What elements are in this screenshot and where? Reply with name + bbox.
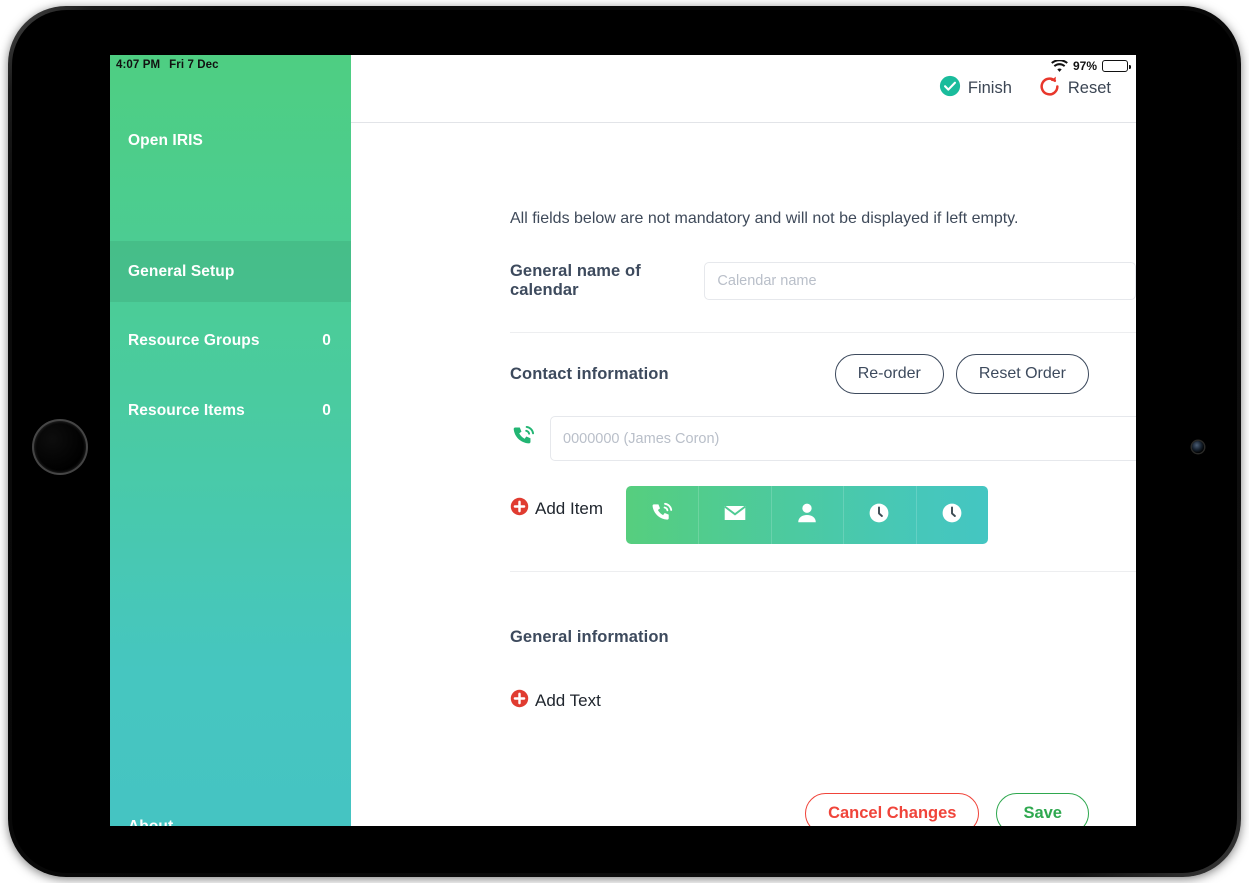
status-bar-date: Fri 7 Dec [169, 59, 219, 71]
phone-signal-icon [649, 500, 675, 531]
sidebar-item-count: 0 [322, 402, 331, 419]
calendar-name-input[interactable]: Calendar name [704, 262, 1136, 300]
refresh-icon [1038, 75, 1061, 103]
reorder-button[interactable]: Re-order [834, 354, 944, 394]
sidebar-item-general-setup[interactable]: General Setup [110, 241, 351, 302]
contact-type-palette [626, 486, 988, 544]
app-screen: 4:07 PM Fri 7 Dec Open IRIS General Setu… [110, 55, 1136, 826]
sidebar-item-label: About [128, 818, 331, 826]
section-divider [510, 571, 1136, 572]
status-bar-left: 4:07 PM Fri 7 Dec [110, 55, 351, 75]
reset-order-button[interactable]: Reset Order [955, 354, 1089, 394]
palette-hours-button[interactable] [843, 486, 915, 544]
person-icon [794, 500, 820, 531]
clock-icon [940, 501, 964, 530]
calendar-name-placeholder: Calendar name [717, 273, 817, 289]
sidebar-item-about[interactable]: About [110, 803, 351, 826]
sidebar-item-resource-items[interactable]: Resource Items 0 [110, 387, 351, 435]
check-circle-icon [939, 75, 961, 102]
home-button[interactable] [32, 419, 88, 475]
reset-button[interactable]: Reset [1038, 75, 1111, 103]
contact-item-row: 0000000 (James Coron) [510, 416, 1136, 461]
sidebar-item-count: 0 [322, 332, 331, 349]
general-setup-form: All fields below are not mandatory and w… [351, 123, 1136, 826]
cancel-changes-button[interactable]: Cancel Changes [805, 793, 980, 826]
add-text-row: Add Text [510, 689, 601, 713]
calendar-name-label: General name of calendar [510, 262, 641, 299]
add-item-button[interactable]: Add Item [510, 497, 603, 521]
envelope-icon [722, 500, 748, 531]
sidebar-item-resource-groups[interactable]: Resource Groups 0 [110, 317, 351, 365]
section-divider [510, 332, 1136, 333]
contact-phone-placeholder: 0000000 (James Coron) [563, 430, 720, 447]
sidebar: 4:07 PM Fri 7 Dec Open IRIS General Setu… [110, 55, 351, 826]
finish-button[interactable]: Finish [939, 75, 1012, 102]
general-section-title: General information [510, 628, 669, 646]
plus-circle-icon [510, 497, 529, 521]
clock-icon [867, 501, 891, 530]
add-text-button[interactable]: Add Text [510, 689, 601, 713]
add-item-label: Add Item [535, 499, 604, 518]
add-item-row: Add Item [510, 497, 603, 521]
palette-contact-button[interactable] [770, 486, 843, 544]
sidebar-item-label: General Setup [128, 262, 235, 280]
calendar-name-row: General name of calendar Calendar name [510, 262, 1136, 300]
form-intro-text: All fields below are not mandatory and w… [510, 210, 1019, 227]
plus-circle-icon [510, 689, 529, 713]
reset-label: Reset [1067, 79, 1111, 97]
phone-signal-icon [510, 423, 537, 455]
save-button[interactable]: Save [996, 793, 1089, 826]
contact-phone-input[interactable]: 0000000 (James Coron) [550, 416, 1136, 461]
finish-label: Finish [967, 79, 1012, 97]
palette-hours-alt-button[interactable] [915, 486, 988, 544]
status-bar-time: 4:07 PM [116, 59, 161, 71]
sidebar-item-label: Resource Groups [128, 332, 260, 349]
add-text-label: Add Text [535, 691, 601, 710]
form-footer-actions: Cancel Changes Save [805, 793, 1089, 826]
contact-section-title: Contact information [510, 365, 669, 383]
sidebar-item-label: Open IRIS [128, 132, 203, 149]
front-camera [1192, 441, 1204, 453]
palette-phone-button[interactable] [626, 486, 698, 544]
order-buttons: Re-order Reset Order [834, 354, 1089, 394]
content-pane: 97% Finish Reset All fields below are no… [351, 55, 1136, 826]
sidebar-item-open-iris[interactable]: Open IRIS [110, 117, 351, 165]
toolbar: Finish Reset [351, 55, 1136, 123]
sidebar-item-label: Resource Items [128, 402, 245, 419]
palette-email-button[interactable] [698, 486, 770, 544]
